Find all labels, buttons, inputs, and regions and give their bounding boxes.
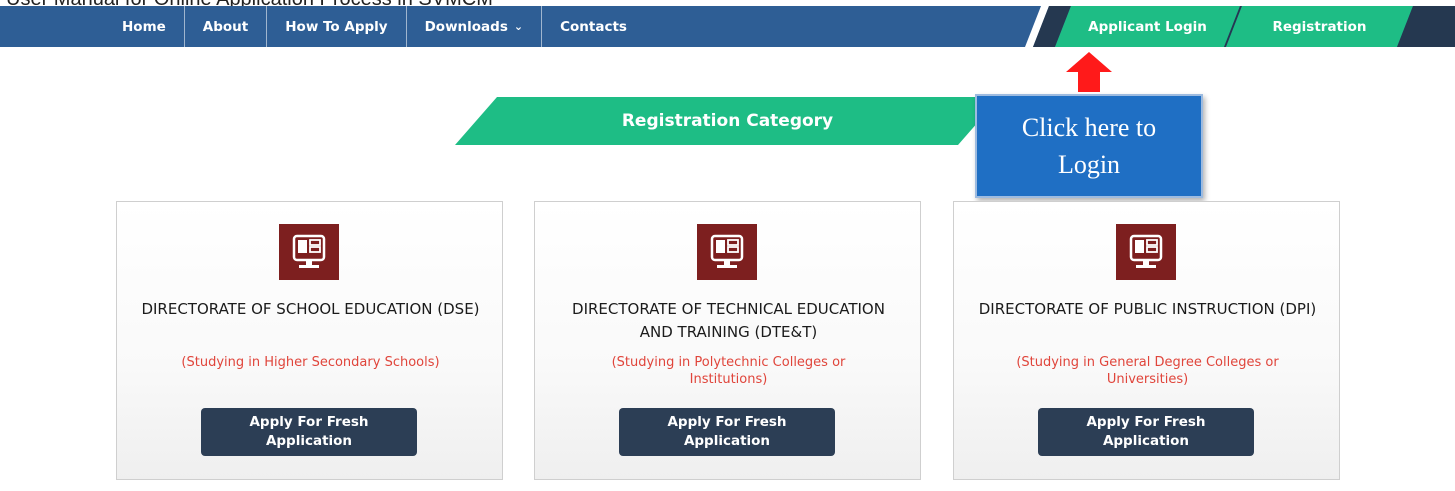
nav-item-label: How To Apply xyxy=(285,18,388,35)
nav-auth-area: Applicant Login Registration xyxy=(1025,6,1455,47)
nav-menu: Home About How To Apply Downloads ⌄ Cont… xyxy=(104,6,645,47)
nav-item-label: Contacts xyxy=(560,18,627,35)
click-to-login-callout: Click here to Login xyxy=(975,94,1203,198)
card-subtitle: (Studying in Higher Secondary Schools) xyxy=(181,355,440,370)
monitor-icon-glyph xyxy=(292,234,326,268)
registration-category-banner: Registration Category xyxy=(455,97,1000,145)
nav-item-downloads[interactable]: Downloads ⌄ xyxy=(407,6,543,47)
dpi-card: DIRECTORATE OF PUBLIC INSTRUCTION (DPI) … xyxy=(953,201,1340,480)
card-subtitle: (Studying in Polytechnic Colleges or Ins… xyxy=(611,355,846,387)
monitor-icon-glyph xyxy=(1129,234,1163,268)
monitor-icon xyxy=(697,224,757,280)
monitor-icon-glyph xyxy=(710,234,744,268)
card-title: DIRECTORATE OF PUBLIC INSTRUCTION (DPI) xyxy=(978,300,1317,318)
red-up-arrow-icon xyxy=(1066,52,1112,92)
apply-fresh-application-button[interactable]: Apply For Fresh Application xyxy=(619,408,835,456)
registration-category-title: Registration Category xyxy=(621,111,834,131)
chevron-down-icon: ⌄ xyxy=(513,20,524,33)
monitor-icon xyxy=(1116,224,1176,280)
registration-link[interactable]: Registration xyxy=(1234,6,1405,47)
apply-fresh-application-button[interactable]: Apply For Fresh Application xyxy=(1038,408,1254,456)
dse-card: DIRECTORATE OF SCHOOL EDUCATION (DSE) (S… xyxy=(116,201,503,480)
nav-item-home[interactable]: Home xyxy=(104,6,185,47)
nav-item-label: Home xyxy=(122,18,166,35)
card-subtitle: (Studying in General Degree Colleges or … xyxy=(1016,355,1279,387)
monitor-icon xyxy=(279,224,339,280)
card-title: DIRECTORATE OF TECHNICAL EDUCATION AND T… xyxy=(572,300,885,341)
nav-item-about[interactable]: About xyxy=(185,6,268,47)
nav-item-how-to-apply[interactable]: How To Apply xyxy=(267,6,407,47)
nav-item-label: Downloads xyxy=(424,18,508,35)
top-navbar: Home About How To Apply Downloads ⌄ Cont… xyxy=(0,6,1455,47)
nav-item-contacts[interactable]: Contacts xyxy=(542,6,645,47)
applicant-login-link[interactable]: Applicant Login xyxy=(1063,6,1232,47)
nav-item-label: About xyxy=(202,18,249,35)
apply-fresh-application-button[interactable]: Apply For Fresh Application xyxy=(201,408,417,456)
card-title: DIRECTORATE OF SCHOOL EDUCATION (DSE) xyxy=(141,300,480,318)
dtet-card: DIRECTORATE OF TECHNICAL EDUCATION AND T… xyxy=(534,201,921,480)
